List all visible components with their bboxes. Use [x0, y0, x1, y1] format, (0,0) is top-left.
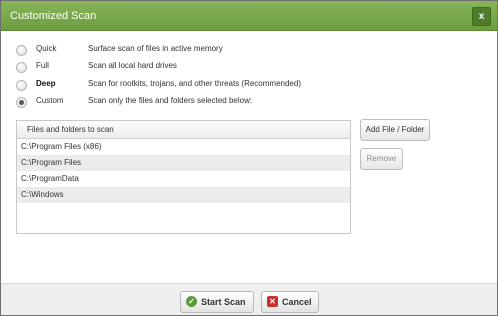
option-description: Surface scan of files in active memory [88, 44, 223, 53]
checkmark-icon: ✓ [186, 296, 197, 307]
files-list-header-label: Files and folders to scan [27, 125, 114, 134]
files-list-header: Files and folders to scan [17, 121, 350, 139]
start-scan-label: Start Scan [201, 297, 246, 307]
option-description: Scan only the files and folders selected… [88, 96, 253, 105]
dialog-title: Customized Scan [10, 10, 97, 22]
radio-deep[interactable] [16, 80, 27, 91]
option-quick[interactable]: Quick Surface scan of files in active me… [1, 44, 497, 58]
option-description: Scan for rootkits, trojans, and other th… [88, 79, 301, 88]
dialog-footer: ✓ Start Scan ✕ Cancel [1, 283, 497, 315]
files-list: Files and folders to scan C:\Program Fil… [16, 120, 351, 234]
list-item[interactable]: C:\Windows [17, 187, 350, 203]
title-bar: Customized Scan x [1, 1, 497, 31]
customized-scan-dialog: Customized Scan x Quick Surface scan of … [0, 0, 498, 316]
start-scan-button[interactable]: ✓ Start Scan [180, 291, 254, 313]
option-deep[interactable]: Deep Scan for rootkits, trojans, and oth… [1, 79, 497, 93]
option-full[interactable]: Full Scan all local hard drives [1, 61, 497, 75]
radio-full[interactable] [16, 62, 27, 73]
radio-custom[interactable] [16, 97, 27, 108]
option-description: Scan all local hard drives [88, 61, 177, 70]
cancel-x-icon: ✕ [267, 296, 278, 307]
option-name: Full [36, 61, 49, 70]
list-item[interactable]: C:\Program Files [17, 155, 350, 171]
option-name: Custom [36, 96, 64, 105]
option-name: Quick [36, 44, 57, 53]
remove-button[interactable]: Remove [360, 148, 403, 170]
radio-quick[interactable] [16, 45, 27, 56]
option-name: Deep [36, 79, 56, 88]
add-file-folder-button[interactable]: Add File / Folder [360, 119, 430, 141]
close-button[interactable]: x [472, 7, 491, 26]
list-item[interactable]: C:\Program Files (x86) [17, 139, 350, 155]
list-item[interactable]: C:\ProgramData [17, 171, 350, 187]
cancel-label: Cancel [282, 297, 312, 307]
cancel-button[interactable]: ✕ Cancel [261, 291, 319, 313]
option-custom[interactable]: Custom Scan only the files and folders s… [1, 96, 497, 110]
